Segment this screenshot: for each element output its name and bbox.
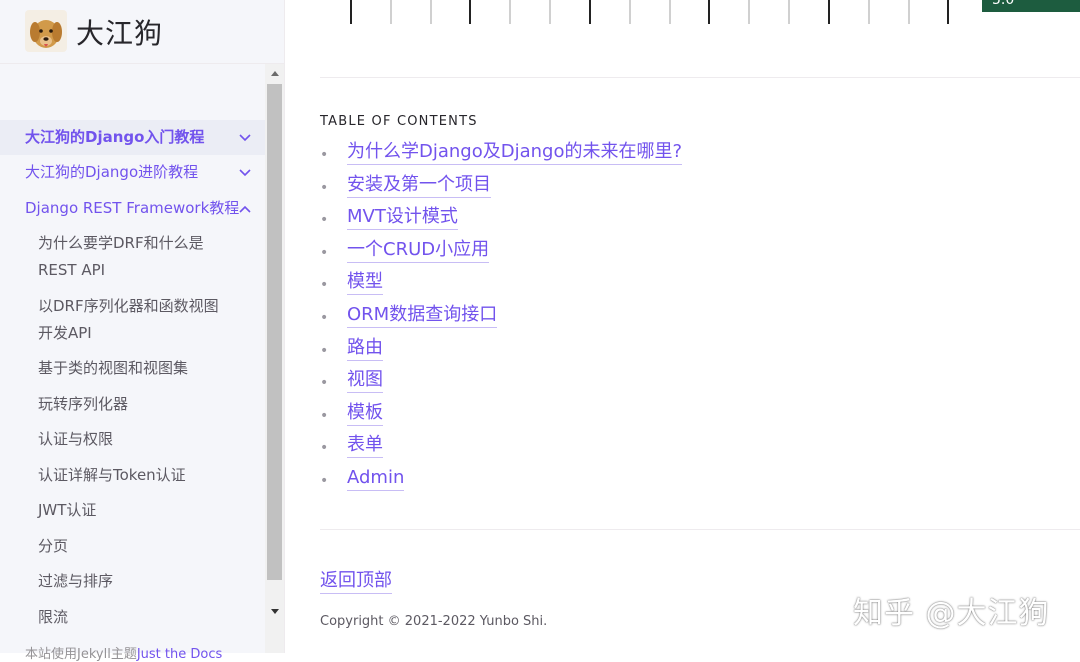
- sidebar-item-pagination[interactable]: 分页: [38, 533, 258, 560]
- tick: [708, 0, 710, 24]
- toc-link[interactable]: MVT设计模式: [347, 205, 458, 231]
- sidebar-item-serializers[interactable]: 玩转序列化器: [38, 391, 258, 418]
- bullet-icon: •: [320, 277, 329, 294]
- divider: [320, 529, 1080, 530]
- tick: [469, 0, 471, 24]
- bullet-icon: •: [320, 212, 329, 229]
- toc-link[interactable]: 表单: [347, 433, 383, 459]
- scrollbar-thumb[interactable]: [267, 84, 282, 580]
- tick: [828, 0, 830, 24]
- site-header: 大江狗: [0, 0, 284, 64]
- dog-logo[interactable]: [25, 10, 67, 52]
- toc-link[interactable]: 路由: [347, 336, 383, 361]
- toc-link[interactable]: 安装及第一个项目: [347, 173, 491, 198]
- sidebar-item-class-views[interactable]: 基于类的视图和视图集: [38, 355, 258, 382]
- back-to-top-link[interactable]: 返回顶部: [320, 569, 392, 594]
- nav-section-label: 大江狗的Django进阶教程: [25, 163, 199, 181]
- sidebar-item-label: 以DRF序列化器和函数视图: [38, 297, 219, 315]
- toc-heading: TABLE OF CONTENTS: [320, 114, 478, 129]
- tick: [748, 0, 750, 24]
- nav-section-django-intro[interactable]: 大江狗的Django入门教程: [0, 120, 265, 155]
- nav-section-django-advanced[interactable]: 大江狗的Django进阶教程: [0, 155, 265, 190]
- toc-link[interactable]: ORM数据查询接口: [347, 303, 498, 328]
- tick: [390, 0, 392, 24]
- nav-section-drf[interactable]: Django REST Framework教程: [0, 191, 265, 226]
- divider: [320, 77, 1080, 78]
- bullet-icon: •: [320, 244, 329, 261]
- bullet-icon: •: [320, 407, 329, 424]
- sidebar-item-jwt[interactable]: JWT认证: [38, 497, 258, 524]
- theme-link[interactable]: Just the Docs: [137, 647, 222, 662]
- watermark: 知乎 @大江狗: [853, 596, 1050, 631]
- nav-section-label: Django REST Framework教程: [25, 199, 240, 217]
- tick: [669, 0, 671, 24]
- scroll-down-arrow-icon[interactable]: [265, 603, 284, 621]
- bullet-icon: •: [320, 472, 329, 489]
- sidebar-item-filter-sort[interactable]: 过滤与排序: [38, 568, 258, 595]
- sidebar-item-label: 为什么要学DRF和什么是: [38, 234, 204, 252]
- tick: [868, 0, 870, 24]
- tick: [549, 0, 551, 24]
- sidebar-item-throttling[interactable]: 限流: [38, 604, 258, 631]
- footer-text: 本站使用Jekyll主题: [25, 647, 137, 662]
- bullet-icon: •: [320, 375, 329, 392]
- sidebar-item-auth-permissions[interactable]: 认证与权限: [38, 426, 258, 453]
- tick: [430, 0, 432, 24]
- bullet-icon: •: [320, 179, 329, 196]
- tick: [788, 0, 790, 24]
- sidebar: 大江狗 大江狗的Django入门教程 大江狗的Django进阶教程 Django…: [0, 0, 285, 662]
- copyright-text: Copyright © 2021-2022 Yunbo Shi.: [320, 614, 548, 629]
- sidebar-scrollbar[interactable]: [265, 64, 284, 653]
- main-content: 5.0 TABLE OF CONTENTS • 为什么学Django及Django…: [285, 0, 1080, 653]
- cropped-figure: 5.0: [320, 0, 1080, 24]
- sidebar-item-token-auth[interactable]: 认证详解与Token认证: [38, 462, 258, 489]
- tick: [509, 0, 511, 24]
- toc-link[interactable]: 模型: [347, 270, 383, 296]
- nav-section-label: 大江狗的Django入门教程: [25, 128, 205, 146]
- toc-link[interactable]: 视图: [347, 368, 383, 394]
- bullet-icon: •: [320, 309, 329, 326]
- bullet-icon: •: [320, 440, 329, 457]
- sidebar-nav: 大江狗的Django入门教程 大江狗的Django进阶教程 Django RES…: [0, 64, 265, 653]
- sidebar-item-label: REST API: [38, 261, 106, 279]
- toc-link[interactable]: 模板: [347, 401, 383, 426]
- toc-link[interactable]: 为什么学Django及Django的未来在哪里?: [347, 140, 683, 165]
- sidebar-item-why-drf[interactable]: 为什么要学DRF和什么是 REST API: [38, 230, 258, 284]
- tick: [629, 0, 631, 24]
- tick: [908, 0, 910, 24]
- tick: [350, 0, 352, 24]
- tick: [947, 0, 949, 24]
- chevron-down-icon[interactable]: [237, 155, 253, 190]
- site-title[interactable]: 大江狗: [76, 12, 163, 52]
- sidebar-item-serializer-func-views[interactable]: 以DRF序列化器和函数视图 开发API: [38, 293, 258, 347]
- toc-link[interactable]: 一个CRUD小应用: [347, 238, 490, 263]
- sidebar-item-label: 开发API: [38, 324, 92, 342]
- bullet-icon: •: [320, 147, 329, 163]
- scroll-up-arrow-icon[interactable]: [265, 64, 284, 82]
- bullet-icon: •: [320, 342, 329, 359]
- tick: [589, 0, 591, 24]
- chevron-up-icon[interactable]: [237, 191, 253, 226]
- toc-link[interactable]: Admin: [347, 466, 405, 491]
- ruler-label: 5.0: [992, 0, 1015, 8]
- chevron-down-icon[interactable]: [237, 120, 253, 155]
